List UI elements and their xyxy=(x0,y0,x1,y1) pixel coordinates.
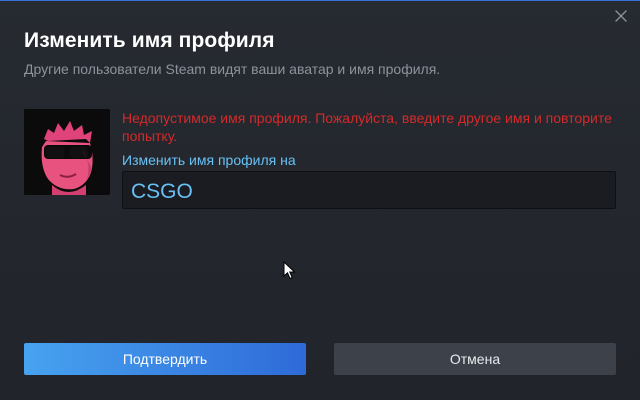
close-icon xyxy=(615,10,627,22)
error-message: Недопустимое имя профиля. Пожалуйста, вв… xyxy=(122,110,612,144)
confirm-button[interactable]: Подтвердить xyxy=(24,343,306,375)
avatar xyxy=(24,109,110,195)
mouse-cursor-icon xyxy=(283,261,296,280)
change-profile-name-dialog: Изменить имя профиля Другие пользователи… xyxy=(0,0,640,400)
cancel-button[interactable]: Отмена xyxy=(334,343,616,375)
profile-name-input[interactable] xyxy=(122,171,616,209)
dialog-subtitle: Другие пользователи Steam видят ваши ава… xyxy=(24,61,441,77)
profile-name-label: Изменить имя профиля на xyxy=(122,152,296,168)
dialog-title: Изменить имя профиля xyxy=(24,29,275,52)
close-button[interactable] xyxy=(612,7,630,25)
